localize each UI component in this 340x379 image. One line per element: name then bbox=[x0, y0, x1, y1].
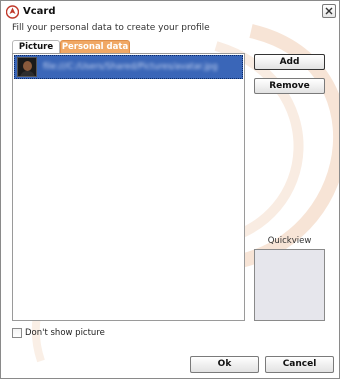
close-icon bbox=[325, 7, 333, 15]
instruction-text: Fill your personal data to create your p… bbox=[12, 23, 210, 33]
title-bar: Vcard bbox=[1, 1, 339, 23]
quickview-preview bbox=[254, 249, 325, 321]
dont-show-picture-checkbox[interactable] bbox=[12, 328, 22, 338]
avatar-thumbnail bbox=[17, 57, 37, 77]
window-title: Vcard bbox=[23, 6, 56, 17]
close-button[interactable] bbox=[322, 4, 336, 18]
list-item[interactable]: file:///C:/Users/Shared/Pictures/avatar.… bbox=[14, 55, 243, 79]
pictures-list[interactable]: file:///C:/Users/Shared/Pictures/avatar.… bbox=[12, 53, 245, 321]
vcard-dialog: Vcard Fill your personal data to create … bbox=[0, 0, 340, 379]
quickview-label: Quickview bbox=[267, 236, 312, 246]
ok-button[interactable]: Ok bbox=[190, 356, 259, 373]
tab-personal-data[interactable]: Personal data bbox=[60, 40, 130, 53]
cancel-button[interactable]: Cancel bbox=[265, 356, 334, 373]
remove-button[interactable]: Remove bbox=[254, 78, 325, 94]
tab-picture[interactable]: Picture bbox=[12, 40, 60, 53]
vcard-app-icon bbox=[6, 5, 19, 19]
add-button[interactable]: Add bbox=[254, 54, 325, 70]
picture-path: file:///C:/Users/Shared/Pictures/avatar.… bbox=[43, 62, 218, 72]
dont-show-picture-label[interactable]: Don't show picture bbox=[25, 328, 105, 338]
